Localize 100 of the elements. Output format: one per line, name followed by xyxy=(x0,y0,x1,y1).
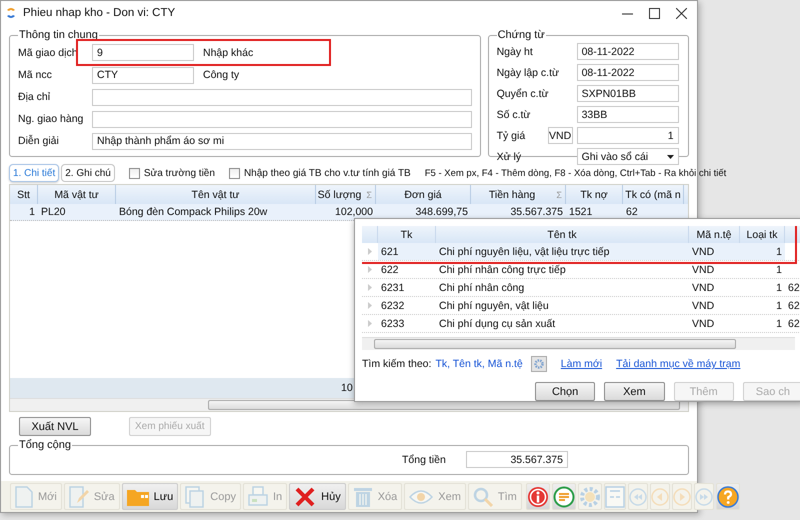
table-cell-text: 1 xyxy=(775,298,783,314)
gear-icon xyxy=(578,486,601,508)
group-title: Thông tin chung xyxy=(18,29,99,41)
field-label: Số c.từ xyxy=(496,108,532,120)
table-cell-text: 1 xyxy=(775,316,783,332)
eye-icon xyxy=(409,488,434,506)
field-label: Mã ncc xyxy=(18,69,53,81)
field-description: Nhập khác xyxy=(203,46,254,58)
table-row[interactable]: 6231 Chi phí nhân công VND 1 62 xyxy=(362,279,800,297)
text-field[interactable]: CTY xyxy=(92,66,194,84)
table-cell-text: 62 xyxy=(787,316,800,332)
table-cell-text: 1 xyxy=(28,205,36,220)
tool-button[interactable] xyxy=(526,483,550,510)
table-row[interactable]: 6233 Chi phí dụng cụ sản xuất VND 1 62 xyxy=(362,315,800,333)
pencil-icon xyxy=(68,486,89,508)
search-fields: Tk, Tên tk, Mã n.tệ xyxy=(435,358,523,370)
first-icon xyxy=(628,488,647,506)
table-cell-text: PL20 xyxy=(40,205,67,220)
field-label: Địa chỉ xyxy=(18,91,52,103)
text-field[interactable] xyxy=(92,88,472,106)
app-icon xyxy=(5,7,17,19)
form-icon xyxy=(604,486,625,508)
action-button[interactable]: Xuất NVL xyxy=(19,417,91,436)
table-cell-text: VND xyxy=(691,262,716,278)
table-cell-text: 348.699,75 xyxy=(414,205,469,220)
table-row[interactable]: 621 Chi phí nguyên liệu, vật liệu trực tiếp VND 1 xyxy=(362,243,800,261)
table-cell-text: Chi phí dụng cụ sản xuất xyxy=(438,316,556,332)
row-pointer-icon xyxy=(368,302,372,309)
field-label: Ngày ht xyxy=(496,46,534,58)
row-pointer-icon xyxy=(368,248,372,255)
row-pointer-icon xyxy=(368,266,372,273)
window-title: Phieu nhap kho - Don vi: CTY xyxy=(23,7,176,19)
notes-icon xyxy=(552,486,575,508)
text-field[interactable] xyxy=(92,110,472,128)
table-cell: Chi phí nguyên liệu, vật liệu trực tiếp xyxy=(436,243,689,260)
table-cell-text: 35.567.375 xyxy=(509,205,564,220)
table-cell-text: 62 xyxy=(787,280,800,296)
group-title: Chứng từ xyxy=(496,29,546,41)
currency-field[interactable]: VND xyxy=(548,127,573,144)
text-field[interactable]: 08-11-2022 xyxy=(576,64,679,81)
previous-icon xyxy=(650,488,669,506)
table-cell-text: 6233 xyxy=(380,316,406,332)
table-cell-text: 622 xyxy=(380,262,400,278)
sum-icon: Σ xyxy=(556,190,562,200)
dialog-button[interactable]: Xem xyxy=(604,382,664,401)
checkbox[interactable] xyxy=(128,168,140,178)
tool-button[interactable] xyxy=(716,483,740,510)
caret-icon xyxy=(666,154,674,158)
table-cell-text: 62 xyxy=(787,298,800,314)
toolbar-button[interactable]: Hủy xyxy=(289,483,346,510)
table-cell: 1 xyxy=(740,243,785,260)
search-icon xyxy=(472,486,493,506)
field-label: Diễn giải xyxy=(18,135,60,147)
table-cell-text: VND xyxy=(691,280,716,296)
text-field[interactable]: 33BB xyxy=(576,106,679,123)
dialog-button[interactable]: Chọn xyxy=(535,382,596,401)
field-label: Quyển c.từ xyxy=(496,88,550,100)
text-field[interactable]: SXPN01BB xyxy=(576,85,679,102)
dropdown[interactable]: Ghi vào sổ cái xyxy=(576,148,679,165)
text-field[interactable]: 9 xyxy=(92,44,194,61)
next-icon xyxy=(672,488,691,506)
table-cell-text: 6232 xyxy=(380,298,406,314)
table-cell-text: VND xyxy=(691,298,716,314)
row-pointer-icon xyxy=(368,284,372,291)
close-icon[interactable] xyxy=(676,8,687,18)
table-row[interactable]: 1 PL20 Bóng đèn Compack Philips 20w 102,000 348.699,75 35.567.375 1521 62 xyxy=(10,204,688,221)
folder-icon xyxy=(126,488,149,506)
tab[interactable]: 1. Chi tiết xyxy=(9,164,60,182)
scrollbar[interactable] xyxy=(362,337,795,350)
table-cell-text: Chi phí nhân công trực tiếp xyxy=(438,262,567,278)
checkbox[interactable] xyxy=(228,168,240,178)
link[interactable]: Làm mới xyxy=(560,358,602,370)
field-label: Ngày lập c.từ xyxy=(496,66,560,78)
tool-button[interactable] xyxy=(552,483,576,510)
rate-field[interactable]: 1 xyxy=(576,127,679,144)
sum-icon: Σ xyxy=(366,190,372,200)
table-cell-text: 1521 xyxy=(568,205,594,220)
copy-icon xyxy=(185,486,206,508)
info-icon xyxy=(526,486,549,508)
text-field[interactable]: Nhập thành phẩm áo sơ mi xyxy=(92,132,472,150)
table-cell-text: 1 xyxy=(775,262,783,278)
search-label: Tìm kiếm theo: xyxy=(362,358,432,370)
table-row[interactable]: 6232 Chi phí nguyên, vật liệu VND 1 62 xyxy=(362,297,800,315)
row-pointer-icon xyxy=(368,320,372,327)
field-label: Tổng tiền xyxy=(402,454,447,466)
last-icon xyxy=(694,488,713,506)
link[interactable]: Tải danh mục về máy trạm xyxy=(616,358,740,370)
total-cell: 10 xyxy=(341,382,353,394)
table-cell-text: 1 xyxy=(775,280,783,296)
toolbar-button[interactable]: Lưu xyxy=(122,483,178,510)
settings-button[interactable] xyxy=(530,356,547,372)
text-field[interactable]: 08-11-2022 xyxy=(576,43,679,60)
checkbox-label: Sửa trường tiền xyxy=(144,168,215,178)
tab[interactable]: 2. Ghi chú xyxy=(61,164,115,182)
trash-icon xyxy=(352,486,373,508)
maximize-icon[interactable] xyxy=(649,8,660,18)
field-label: Ng. giao hàng xyxy=(18,113,84,125)
field-label: Xử lý xyxy=(496,150,522,162)
document-icon xyxy=(15,486,33,508)
table-cell-text: Bóng đèn Compack Philips 20w xyxy=(118,205,268,220)
